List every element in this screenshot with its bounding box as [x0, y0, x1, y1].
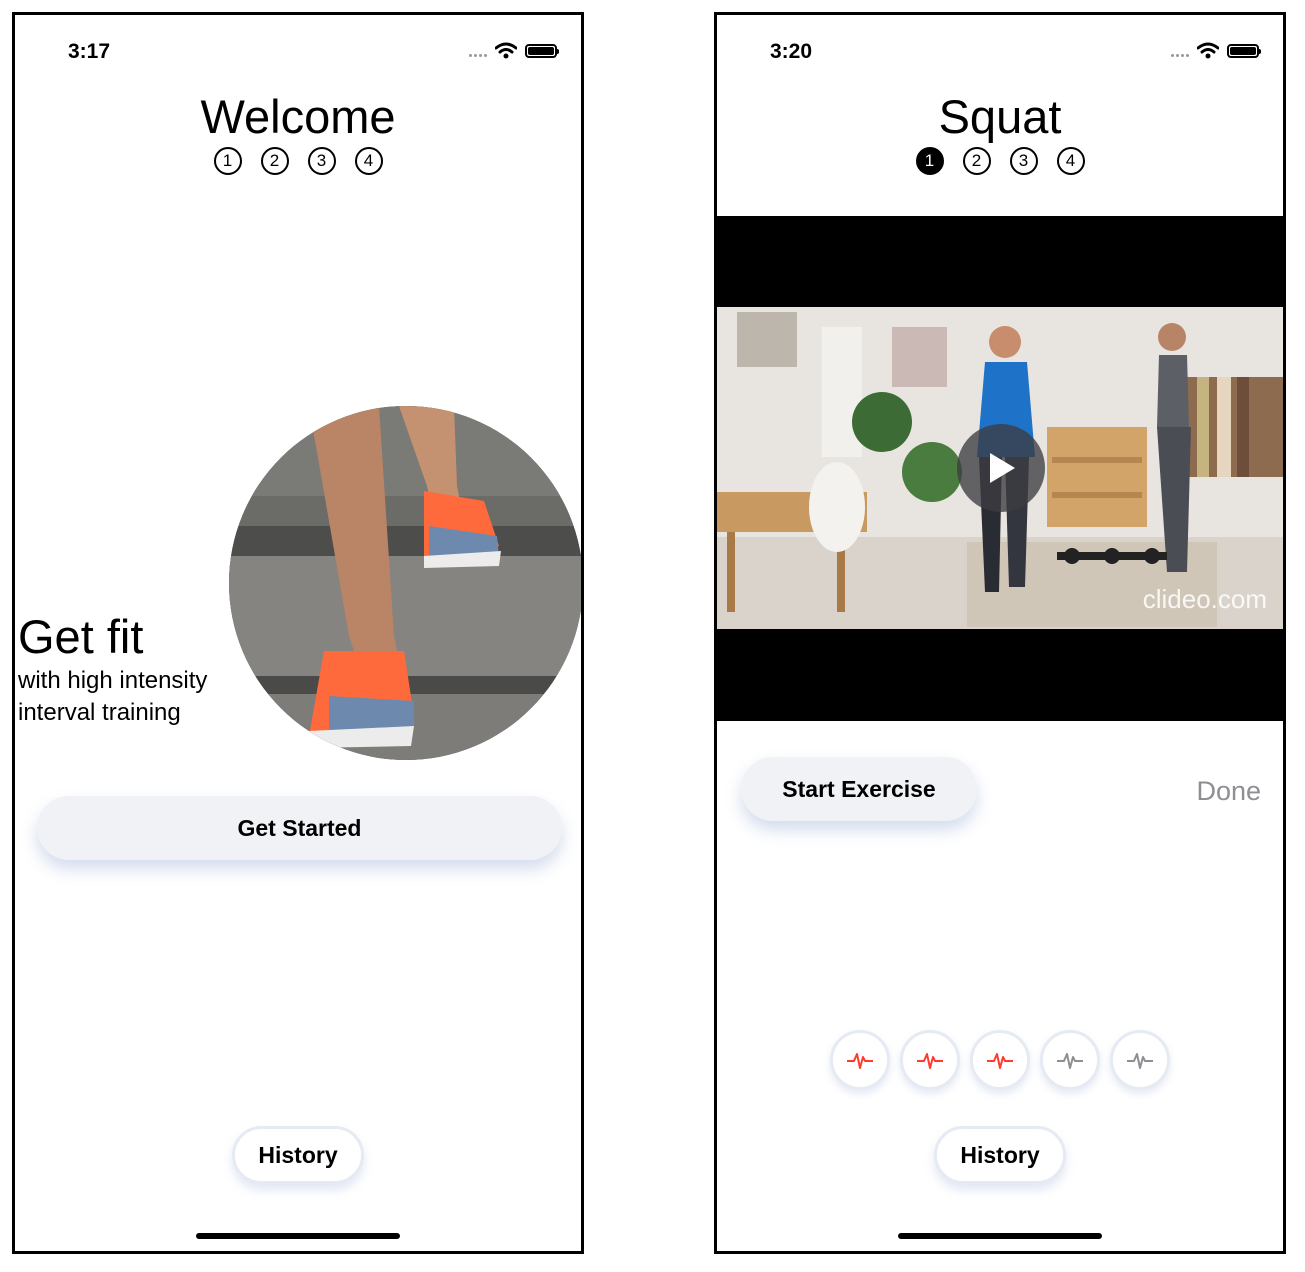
video-thumbnail: clideo.com [717, 307, 1283, 629]
battery-icon [525, 43, 559, 58]
headline: Get fit [18, 610, 144, 663]
heart-rate-indicator-1 [830, 1030, 890, 1090]
heartbeat-icon [847, 1053, 873, 1069]
heart-rate-indicators [717, 1030, 1283, 1090]
heartbeat-icon [987, 1053, 1013, 1069]
step-3: 3 [307, 147, 336, 175]
heart-rate-indicator-3 [970, 1030, 1030, 1090]
heart-rate-indicator-5 [1110, 1030, 1170, 1090]
welcome-screen: 3:17 Welcome 1 2 3 4 Get fit with high i… [12, 12, 584, 1254]
page-title: Squat [938, 90, 1062, 143]
status-time: 3:20 [770, 40, 813, 63]
heartbeat-icon [917, 1053, 943, 1069]
status-icons [1171, 42, 1261, 59]
heartbeat-icon [1057, 1053, 1083, 1069]
history-button[interactable]: History [232, 1126, 364, 1184]
home-indicator[interactable] [898, 1233, 1102, 1239]
tagline: with high intensity interval training [18, 667, 208, 726]
step-4: 4 [354, 147, 383, 175]
heart-rate-indicator-4 [1040, 1030, 1100, 1090]
history-button[interactable]: History [934, 1126, 1066, 1184]
status-time: 3:17 [68, 40, 111, 63]
battery-icon [1227, 43, 1261, 58]
exercise-screen: 3:20 Squat 1 2 3 4 clideo.com Start Exer… [714, 12, 1286, 1254]
step-2: 2 [962, 147, 991, 175]
step-4: 4 [1056, 147, 1085, 175]
step-2: 2 [260, 147, 289, 175]
wifi-icon [495, 42, 517, 59]
signal-icon [469, 54, 487, 57]
step-1: 1 [213, 147, 242, 175]
video-watermark: clideo.com [1142, 584, 1267, 614]
home-indicator[interactable] [196, 1233, 400, 1239]
play-icon [990, 453, 1015, 483]
step-3: 3 [1009, 147, 1038, 175]
step-indicator: 1 2 3 4 [15, 147, 581, 175]
heart-rate-indicator-2 [900, 1030, 960, 1090]
step-indicator: 1 2 3 4 [717, 147, 1283, 175]
play-button[interactable] [957, 424, 1045, 512]
heartbeat-icon [1127, 1053, 1153, 1069]
start-exercise-button[interactable]: Start Exercise [741, 757, 977, 821]
done-button[interactable]: Done [1196, 776, 1261, 807]
get-started-button[interactable]: Get Started [37, 796, 562, 860]
wifi-icon [1197, 42, 1219, 59]
status-icons [469, 42, 559, 59]
hero-image [229, 406, 581, 760]
step-1: 1 [915, 147, 944, 175]
page-title: Welcome [200, 90, 396, 143]
signal-icon [1171, 54, 1189, 57]
video-player[interactable]: clideo.com [717, 216, 1283, 721]
